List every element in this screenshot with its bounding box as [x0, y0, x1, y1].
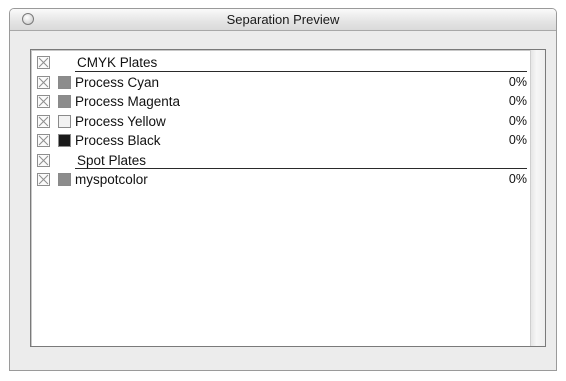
plate-row[interactable]: Process Cyan 0%	[35, 73, 527, 93]
plates-list-panel: CMYK Plates Process Cyan 0% Process Magenta…	[30, 49, 546, 347]
title-bar[interactable]: Separation Preview	[10, 9, 556, 31]
plate-coverage-percent: 0%	[508, 113, 527, 128]
plate-name: Process Magenta	[75, 94, 181, 109]
plate-coverage-percent: 0%	[508, 172, 527, 186]
plate-color-swatch	[58, 114, 71, 128]
separation-preview-window: Separation Preview CMYK Plates Process Cy…	[9, 8, 557, 371]
checkbox-x-icon	[38, 77, 49, 87]
plate-visibility-checkbox[interactable]	[37, 56, 50, 69]
plate-color-swatch	[58, 173, 71, 186]
plate-name: Process Cyan	[75, 74, 160, 90]
plate-visibility-checkbox[interactable]	[37, 134, 50, 147]
plate-row[interactable]: Process Magenta 0%	[35, 92, 527, 112]
plate-row[interactable]: myspotcolor 0%	[35, 170, 527, 190]
plate-coverage-percent: 0%	[508, 74, 527, 89]
plate-color-swatch	[58, 95, 71, 108]
plate-visibility-checkbox[interactable]	[37, 173, 50, 186]
checkbox-x-icon	[38, 57, 49, 68]
checkbox-x-icon	[38, 174, 49, 185]
plate-row[interactable]: Process Black 0%	[35, 131, 527, 151]
window-title: Separation Preview	[226, 12, 340, 27]
plate-color-swatch	[58, 134, 71, 147]
vertical-scrollbar[interactable]	[530, 50, 545, 346]
plate-name: Process Yellow	[75, 113, 166, 129]
plate-visibility-checkbox[interactable]	[37, 114, 50, 128]
plates-list: CMYK Plates Process Cyan 0% Process Magenta…	[35, 53, 527, 190]
plate-visibility-checkbox[interactable]	[37, 75, 50, 89]
plate-visibility-checkbox[interactable]	[37, 95, 50, 108]
checkbox-x-icon	[38, 116, 49, 126]
plate-group-label: Spot Plates	[77, 152, 147, 168]
plate-color-swatch	[58, 75, 71, 89]
checkbox-x-icon	[38, 96, 49, 107]
plate-coverage-percent: 0%	[508, 133, 527, 147]
plate-coverage-percent: 0%	[508, 94, 527, 108]
checkbox-x-icon	[38, 135, 49, 146]
plate-name: Process Black	[75, 133, 161, 148]
plate-name: myspotcolor	[75, 172, 148, 187]
plate-visibility-checkbox[interactable]	[37, 153, 50, 167]
plate-group-label: CMYK Plates	[77, 55, 158, 70]
plate-row[interactable]: Process Yellow 0%	[35, 112, 527, 132]
checkbox-x-icon	[38, 155, 49, 165]
plate-group-header[interactable]: Spot Plates	[35, 151, 527, 171]
plate-group-header[interactable]: CMYK Plates	[35, 53, 527, 73]
